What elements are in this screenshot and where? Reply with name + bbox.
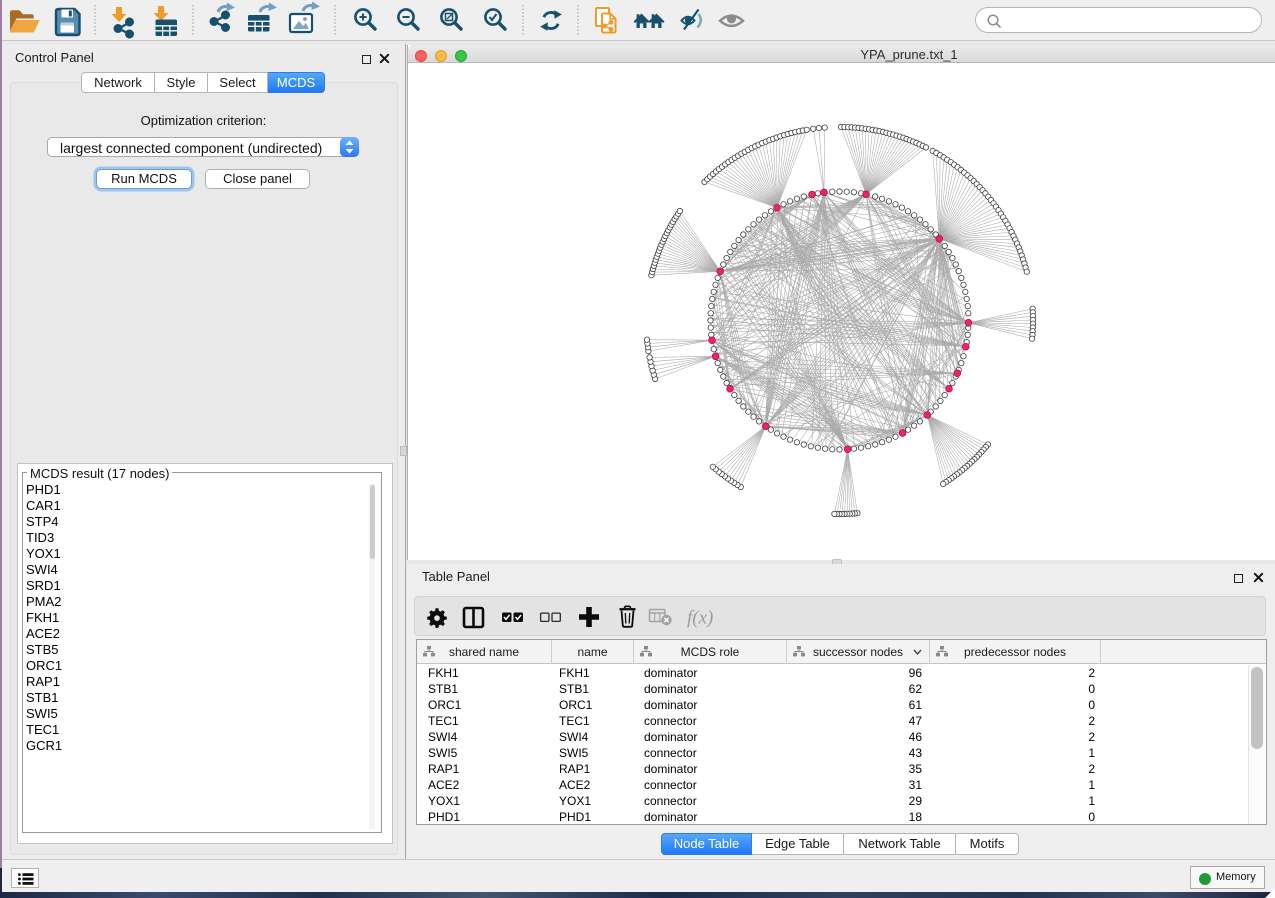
svg-text:f(x): f(x) [687, 608, 713, 629]
